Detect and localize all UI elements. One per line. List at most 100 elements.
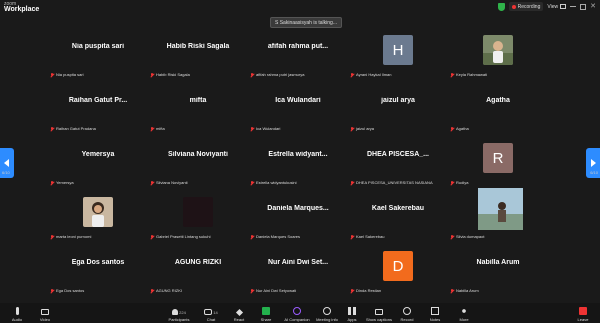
participant-name: Estrella widyant... [268,151,328,158]
participant-tile[interactable]: Silviana Noviyanti Silviana Noviyanti [148,140,248,194]
mic-muted-icon [250,288,254,293]
view-button[interactable]: View [547,4,567,10]
participant-name: Silviana Noviyanti [168,151,228,158]
participant-label-text: Estrella widyantukusini [256,180,297,185]
video-button[interactable]: Video [28,305,62,322]
participant-tile[interactable]: H Ayrani Haykal Ilman [348,32,448,86]
participant-grid: Nia puspita sari Nia puspita sari Habib … [48,32,548,302]
leave-button[interactable]: Leave [566,305,600,322]
participant-tile[interactable]: AGUNG RIZKI AGUNG RIZKI [148,248,248,302]
participant-label: afifah rahma putri jasmurya [250,72,304,77]
participant-tile[interactable]: Silvia dumapaot [448,188,548,248]
participant-tile[interactable]: Ica Wulandari Ica Wulandari [248,86,348,140]
participant-tile[interactable]: Estrella widyant... Estrella widyantukus… [248,140,348,194]
recording-indicator[interactable]: Recording [508,2,544,11]
participant-tile[interactable]: R Rudiya [448,140,548,194]
participant-tile[interactable]: Kael Sakerebau Kael Sakerebau [348,194,448,248]
mic-muted-icon [450,234,454,239]
participant-label: Kael Sakerebau [350,234,384,239]
participant-tile[interactable]: Nur Aini Dwi Set... Nur Aini Dwi Setyowa… [248,248,348,302]
video-label: Video [39,317,51,322]
mic-muted-icon [150,126,154,131]
camera-icon [41,309,49,315]
captions-icon [375,309,383,315]
participant-label: Estrella widyantukusini [250,180,296,185]
participant-tile[interactable]: afifah rahma put... afifah rahma putri j… [248,32,348,86]
participant-tile[interactable]: Nabilla Arum Nabilla Arum [448,248,548,302]
participant-tile[interactable]: marta leoni purnomi [48,194,148,248]
microphone-icon [15,307,19,315]
maximize-icon[interactable] [580,3,587,10]
share-label: Share [260,317,272,322]
participant-label: DHEA PISCESA_UNIVERSITAS NASIANA [350,180,433,185]
minimize-icon[interactable] [570,6,577,7]
record-label: Record [400,317,414,322]
shield-icon[interactable] [497,2,505,11]
meeting-toolbar: Audio Video 224 Participants 14 Chat Rea… [0,303,600,323]
mic-muted-icon [450,288,454,293]
zoom-logo: zoom Workplace [4,1,39,13]
mic-muted-icon [150,72,154,77]
more-button[interactable]: More [447,305,481,322]
apps-icon [348,307,356,315]
ai-companion-button[interactable]: AI Companion [280,305,314,322]
participant-tile[interactable]: Habib Riski Sagala Habib Riski Sagala [148,32,248,86]
participant-tile[interactable]: DHEA PISCESA_... DHEA PISCESA_UNIVERSITA… [348,140,448,194]
participant-tile[interactable]: jaizul arya jaizul arya [348,86,448,140]
participant-label-text: Silvia dumapaot [456,234,485,239]
participant-label: Nia puspita sari [50,72,84,77]
grid-view-icon [560,4,567,9]
participant-label-text: Nabilla Arum [456,288,479,293]
participant-tile[interactable]: mifta mifta [148,86,248,140]
participant-label-text: Kael Sakerebau [356,234,385,239]
mic-muted-icon [50,234,54,239]
participant-tile[interactable]: Nia puspita sari Nia puspita sari [48,32,148,86]
mic-muted-icon [450,72,454,77]
participant-video-thumbnail [183,197,213,227]
participant-label: Habib Riski Sagala [150,72,190,77]
participants-count: 224 [179,310,186,315]
participant-name: afifah rahma put... [267,43,329,50]
participant-label: Rudiya [450,180,468,185]
participant-label: Silviana Noviyanti [150,180,188,185]
participant-video-thumbnail [83,197,113,227]
participant-name: Nia puspita sari [71,43,125,50]
participant-tile[interactable]: Yemersya Yemersya [48,140,148,194]
participant-label-text: afifah rahma putri jasmurya [256,72,305,77]
participant-label-text: Habib Riski Sagala [156,72,190,77]
participant-tile[interactable]: Daniela Marques... Daniela Marques Soare… [248,194,348,248]
participant-tile[interactable]: D Dinda Restian [348,248,448,302]
close-icon[interactable]: ✕ [590,3,596,10]
mic-muted-icon [350,180,354,185]
participant-tile[interactable]: Gabriel Prasetti Lintang sukuhi [148,194,248,248]
participant-tile[interactable]: Raihan Gatut Pr... Raihan Gatut Pradana [48,86,148,140]
participant-label-text: AGUNG RIZKI [156,288,183,293]
participant-tile[interactable]: Ega Dos santos Ega Dos santos [48,248,148,302]
mic-muted-icon [150,234,154,239]
share-button[interactable]: Share [249,305,283,322]
share-screen-icon [262,307,270,315]
avatar: D [383,251,413,281]
participant-name: DHEA PISCESA_... [367,151,429,158]
avatar: H [383,35,413,65]
participant-tile[interactable]: Keyla Rahmawati [448,32,548,86]
participants-button[interactable]: 224 Participants [162,305,196,322]
heart-icon [235,308,243,317]
participant-label: Dinda Restian [350,288,381,293]
participant-label: Keyla Rahmawati [450,72,487,77]
participant-name: jaizul arya [381,97,415,104]
participant-label-text: Agatha [456,126,469,131]
mic-muted-icon [50,72,54,77]
leave-label: Leave [577,317,589,322]
participant-tile[interactable]: Agatha Agatha [448,86,548,140]
participant-name: Agatha [486,97,510,104]
mic-muted-icon [450,126,454,131]
participant-name: Nabilla Arum [476,259,520,266]
mic-muted-icon [250,72,254,77]
top-right-controls: Recording View ✕ [497,2,596,11]
participant-label: Agatha [450,126,469,131]
chat-count: 14 [213,310,218,315]
mic-muted-icon [350,288,354,293]
participant-name: AGUNG RIZKI [174,259,222,266]
mic-muted-icon [150,180,154,185]
